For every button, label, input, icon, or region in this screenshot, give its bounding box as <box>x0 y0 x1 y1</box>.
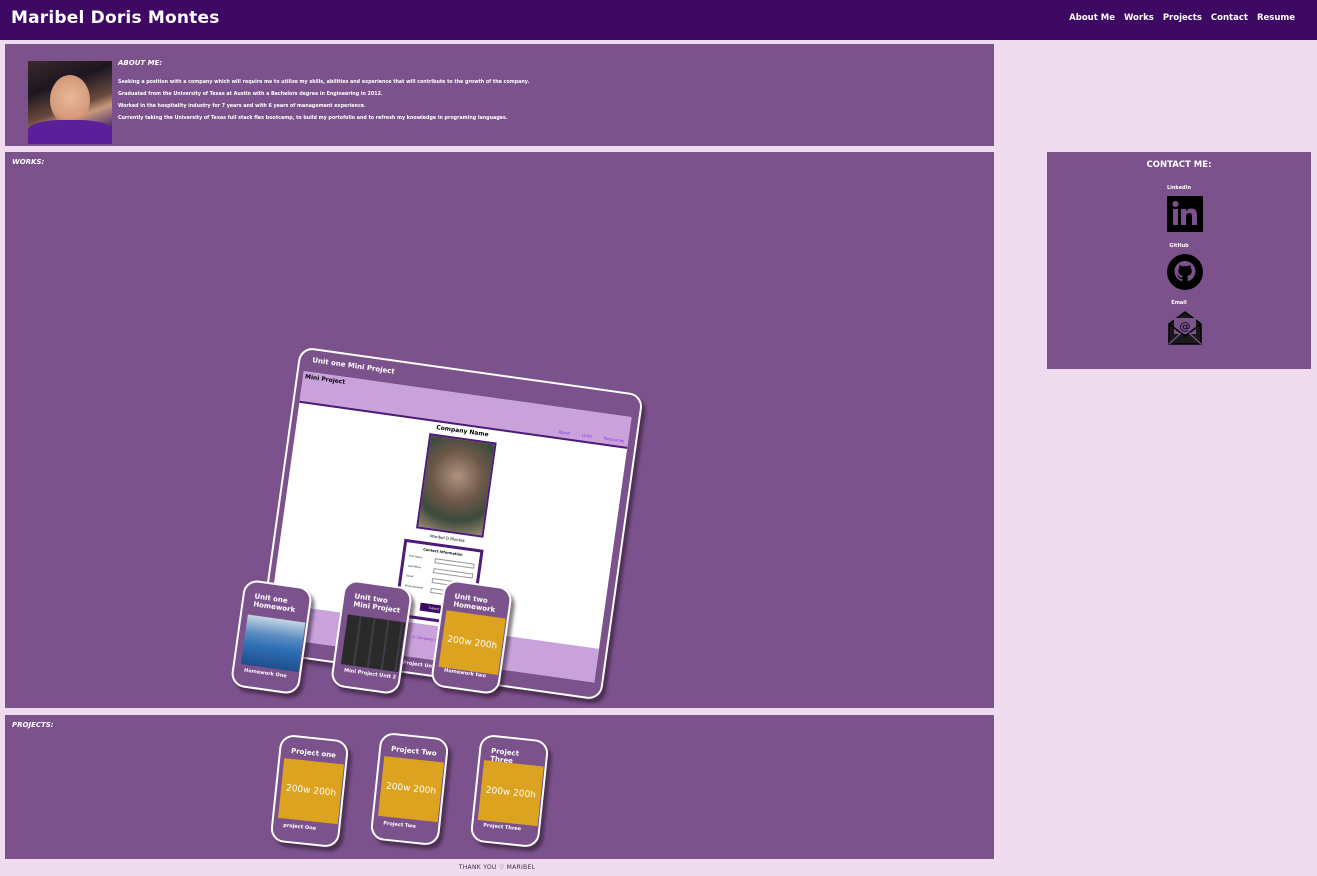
nav-resume[interactable]: Resume <box>1257 13 1295 23</box>
email-label: Email <box>1171 300 1187 306</box>
placeholder-image: 200w 200h <box>438 610 506 676</box>
about-heading: ABOUT ME: <box>118 59 163 67</box>
about-line: Seeking a position with a company which … <box>118 80 530 85</box>
mini-project-two-thumbnail <box>340 614 406 673</box>
screenshot-nav-item: Resources <box>603 435 625 444</box>
site-title: Maribel Doris Montes <box>11 8 220 28</box>
kitten-photo <box>416 433 497 538</box>
screenshot-title: Mini Project <box>304 373 346 386</box>
work-card-unit-two-mini-project[interactable]: Unit two Mini Project Mini Project Unit … <box>329 578 414 696</box>
card-caption: project One <box>282 822 317 832</box>
placeholder-image: 200w 200h <box>378 756 444 823</box>
site-header: Maribel Doris Montes About Me Works Proj… <box>0 0 1317 40</box>
work-card-unit-one-homework[interactable]: Unit one Homework Homework One <box>229 578 314 696</box>
homework-one-thumbnail <box>240 614 306 673</box>
avatar <box>28 61 112 144</box>
placeholder-image: 200w 200h <box>477 760 544 827</box>
linkedin-icon[interactable] <box>1167 196 1203 232</box>
github-icon[interactable] <box>1167 254 1203 290</box>
card-caption: Project Two <box>382 820 417 830</box>
contact-section: CONTACT ME: LinkedIn GitHub Email @ <box>1047 152 1311 369</box>
screenshot-nav-item: About <box>557 429 571 436</box>
projects-heading: PROJECTS: <box>12 721 54 729</box>
works-section: WORKS: Unit one Mini Project Mini Projec… <box>5 152 994 708</box>
projects-section: PROJECTS: Project one 200w 200h project … <box>5 715 994 859</box>
nav-contact[interactable]: Contact <box>1211 13 1248 23</box>
works-heading: WORKS: <box>12 158 45 166</box>
nav-about-me[interactable]: About Me <box>1069 13 1115 23</box>
card-title: Unit one Homework <box>252 592 296 614</box>
github-label: GitHub <box>1169 243 1189 249</box>
nav-projects[interactable]: Projects <box>1163 13 1202 23</box>
card-title: Unit two Mini Project <box>352 592 401 615</box>
screenshot-nav-item: Links <box>581 432 593 439</box>
card-caption: Project Three <box>482 822 522 833</box>
card-title: Project Two <box>390 744 438 758</box>
avatar-face <box>50 75 90 125</box>
svg-text:@: @ <box>1180 320 1191 333</box>
about-section: ABOUT ME: Seeking a position with a comp… <box>5 44 994 146</box>
email-icon[interactable]: @ <box>1167 310 1203 346</box>
contact-heading: CONTACT ME: <box>1146 160 1212 170</box>
about-line: Worked in the hospitality industry for 7… <box>118 104 366 109</box>
avatar-scarf <box>28 120 112 144</box>
main-nav: About Me Works Projects Contact Resume <box>1069 13 1295 23</box>
card-title: Project one <box>290 746 337 760</box>
screenshot-header: Mini Project About Links Resources <box>299 371 632 449</box>
nav-works[interactable]: Works <box>1124 13 1154 23</box>
screenshot-nav: About Links Resources <box>558 429 625 443</box>
project-card-three[interactable]: Project Three 200w 200h Project Three <box>469 733 550 849</box>
linkedin-label: LinkedIn <box>1166 185 1192 191</box>
project-card-one[interactable]: Project one 200w 200h project One <box>269 733 350 849</box>
card-title: Unit one Mini Project <box>311 356 396 376</box>
project-card-two[interactable]: Project Two 200w 200h Project Two <box>369 731 450 847</box>
about-line: Graduated from the University of Texas a… <box>118 92 383 97</box>
placeholder-image: 200w 200h <box>278 758 344 825</box>
about-line: Currently taking the University of Texas… <box>118 116 508 121</box>
page-footer: THANK YOU ♡ MARIBEL <box>458 864 536 871</box>
